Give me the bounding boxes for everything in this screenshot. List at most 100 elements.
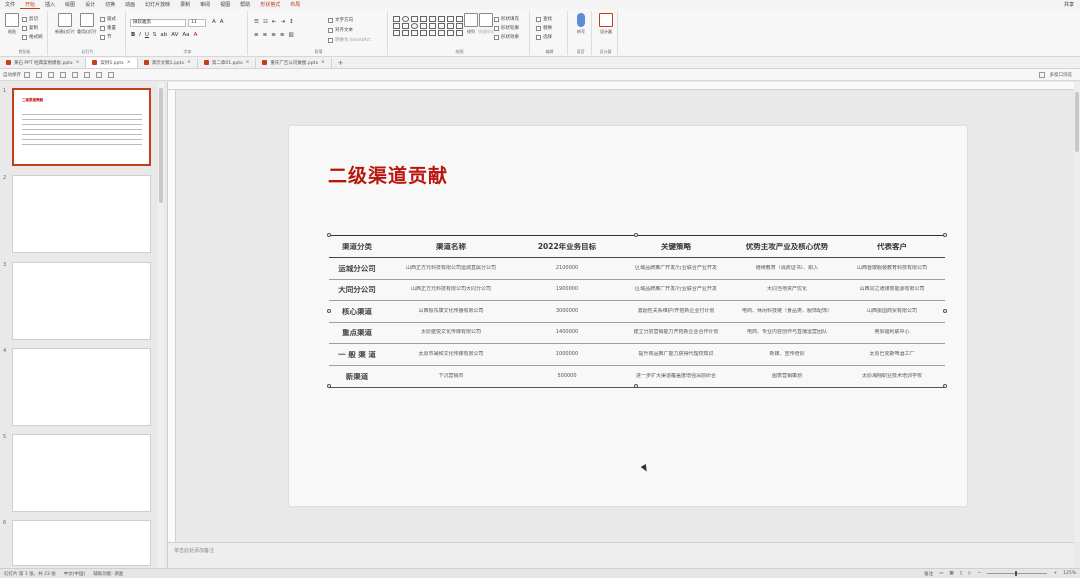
- table-cell[interactable]: 大同分公司: [329, 286, 385, 293]
- strikethrough-icon[interactable]: S: [153, 32, 157, 38]
- designer-button[interactable]: 设计器: [597, 13, 615, 43]
- new-tab-icon[interactable]: +: [332, 59, 350, 67]
- align-text-button[interactable]: 对齐文本: [328, 26, 353, 34]
- numbering-icon[interactable]: ☷: [263, 19, 268, 25]
- sorter-view-icon[interactable]: ▦: [949, 571, 953, 576]
- select-button[interactable]: 选择: [536, 33, 552, 41]
- new-slide-button[interactable]: 新建幻灯片: [54, 13, 76, 43]
- slide-title[interactable]: 二级渠道贡献: [328, 161, 448, 188]
- close-icon[interactable]: ×: [187, 60, 191, 65]
- slide[interactable]: 二级渠道贡献 渠道分类 渠道名称 2022年业务目标 关键策略 优势主攻产业及核心优势代…: [289, 126, 967, 506]
- section-button[interactable]: 节: [100, 33, 112, 41]
- resize-handle[interactable]: [327, 309, 331, 313]
- text-direction-button[interactable]: 文字方向: [328, 16, 353, 24]
- shape-fill-button[interactable]: 形状填充: [494, 15, 519, 23]
- bold-icon[interactable]: B: [131, 32, 135, 38]
- language-indicator[interactable]: 中文(中国): [64, 571, 86, 577]
- slide-thumbnail-5[interactable]: [12, 434, 151, 512]
- close-icon[interactable]: ×: [127, 60, 131, 65]
- table-cell[interactable]: 500000: [517, 373, 617, 380]
- zoom-level[interactable]: 125%: [1063, 571, 1076, 576]
- find-button[interactable]: 查找: [536, 15, 552, 23]
- table-cell[interactable]: 英辰福利联中心: [839, 329, 945, 336]
- resize-handle[interactable]: [943, 384, 947, 388]
- dictate-button[interactable]: 听写: [572, 13, 590, 43]
- table-cell[interactable]: 山西正方元科技有限公司大同分公司: [385, 286, 517, 293]
- decrease-indent-icon[interactable]: ⇤: [272, 19, 277, 25]
- shapes-icon[interactable]: [108, 71, 114, 78]
- shadow-icon[interactable]: ab: [160, 32, 167, 38]
- ribbon-tab[interactable]: 视图: [215, 1, 235, 8]
- resize-handle[interactable]: [327, 384, 331, 388]
- table-cell[interactable]: 核心渠道: [329, 308, 385, 315]
- notes-toggle[interactable]: 备注: [924, 571, 933, 577]
- slide-thumbnail-1[interactable]: 二级渠道贡献: [12, 88, 151, 166]
- table-cell[interactable]: 运城分公司: [329, 265, 385, 272]
- ribbon-tab[interactable]: 切换: [100, 1, 120, 8]
- table-cell[interactable]: 继续教育（消费证书）、职入: [735, 265, 839, 272]
- normal-view-icon[interactable]: ▭: [939, 571, 943, 576]
- redo-icon[interactable]: [48, 71, 54, 78]
- close-icon[interactable]: ×: [76, 60, 80, 65]
- grow-font-icon[interactable]: A: [212, 19, 216, 25]
- table-cell[interactable]: 新媒、宣传培训: [735, 351, 839, 358]
- ribbon-tab[interactable]: 录制: [175, 1, 195, 8]
- justify-icon[interactable]: ≡: [280, 32, 285, 38]
- zoom-slider[interactable]: [987, 571, 1048, 576]
- layout-button[interactable]: 版式: [100, 15, 116, 23]
- undo-icon[interactable]: [36, 71, 42, 78]
- shapes-gallery[interactable]: [393, 16, 464, 36]
- table-cell[interactable]: 太原市晟和文化传媒有限公司: [385, 351, 517, 358]
- table-cell[interactable]: 重点渠道: [329, 329, 385, 336]
- slide-thumbnail-4[interactable]: [12, 348, 151, 426]
- table-cell[interactable]: 太原海翔职业技术培训学校: [839, 373, 945, 380]
- resize-handle[interactable]: [634, 233, 638, 237]
- table-header-cell[interactable]: 优势主攻产业及核心优势: [735, 243, 839, 250]
- table-cell[interactable]: 建立分层营销能力开拓新企业合作计划: [617, 329, 735, 336]
- ribbon-tab[interactable]: 设计: [80, 1, 100, 8]
- open-icon[interactable]: [60, 71, 66, 78]
- table-cell[interactable]: 1000000: [517, 351, 617, 358]
- table-cell[interactable]: 1400000: [517, 329, 617, 336]
- document-tab[interactable]: 案例5.pptx ×: [86, 57, 138, 68]
- resize-handle[interactable]: [943, 233, 947, 237]
- document-tab[interactable]: 重庆广告公司做图.pptx ×: [256, 57, 332, 68]
- document-tab[interactable]: 第二章01.pptx ×: [198, 57, 257, 68]
- underline-icon[interactable]: U: [145, 32, 149, 38]
- table-cell[interactable]: 山西晋嫂服装教育科技有限公司: [839, 265, 945, 272]
- font-color-icon[interactable]: A: [194, 32, 198, 38]
- table-cell[interactable]: 山西振东康文化传播有限公司: [385, 308, 517, 315]
- print-icon[interactable]: [72, 71, 78, 78]
- slideshow-icon[interactable]: ▷: [968, 571, 971, 576]
- table-cell[interactable]: 太原巴克斯啤酒工厂: [839, 351, 945, 358]
- table-cell[interactable]: 2100000: [517, 265, 617, 272]
- ribbon-tab[interactable]: 审阅: [195, 1, 215, 8]
- copy-button[interactable]: 复制: [22, 24, 38, 32]
- font-name-combo[interactable]: 微软雅黑: [130, 19, 186, 27]
- slide-thumbnail-6[interactable]: [12, 520, 151, 566]
- align-center-icon[interactable]: ≡: [263, 32, 268, 38]
- shape-effects-button[interactable]: 形状效果: [494, 33, 519, 41]
- shape-outline-button[interactable]: 形状轮廓: [494, 24, 519, 32]
- ribbon-tab[interactable]: 动画: [120, 1, 140, 8]
- table-cell[interactable]: 3000000: [517, 308, 617, 315]
- resize-handle[interactable]: [943, 309, 947, 313]
- font-size-combo[interactable]: 11: [188, 19, 206, 27]
- table-cell[interactable]: 山西同之通煤炭能源有限公司: [839, 286, 945, 293]
- ribbon-tab[interactable]: 插入: [40, 1, 60, 8]
- scrollbar-thumb[interactable]: [1075, 92, 1079, 152]
- bullets-icon[interactable]: ☰: [254, 19, 259, 25]
- table-cell[interactable]: 山西振国商贸有限公司: [839, 308, 945, 315]
- table-cell[interactable]: 山西正方元科技有限公司运城直属分公司: [385, 265, 517, 272]
- slide-thumbnail-3[interactable]: [12, 262, 151, 340]
- document-tab[interactable]: 演示文稿1.pptx ×: [138, 57, 198, 68]
- columns-icon[interactable]: ▥: [288, 32, 293, 38]
- zoom-out-icon[interactable]: −: [978, 571, 982, 576]
- table-header-cell[interactable]: 渠道名称: [385, 243, 517, 250]
- channel-table[interactable]: 渠道分类 渠道名称 2022年业务目标 关键策略 优势主攻产业及核心优势 代表客户 运城分公…: [329, 235, 945, 388]
- table-cell[interactable]: 区域品牌推广开发/行业联合产业开发: [617, 286, 735, 293]
- canvas-scrollbar[interactable]: [1074, 82, 1080, 542]
- table-cell[interactable]: 进一步扩大渠道覆盖度增强深层研合: [617, 373, 735, 380]
- ribbon-tab[interactable]: 幻灯片放映: [140, 1, 175, 8]
- resize-handle[interactable]: [634, 384, 638, 388]
